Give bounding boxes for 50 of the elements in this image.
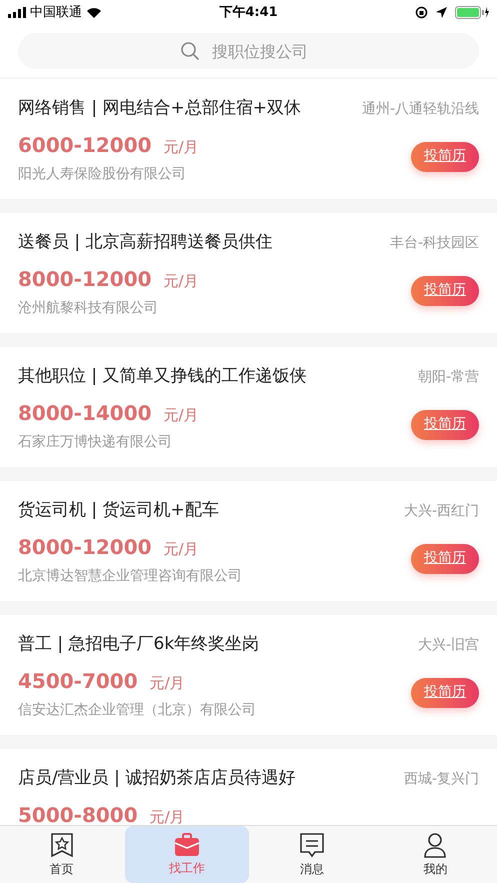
salary-unit: 元/月 — [164, 136, 199, 158]
tab-item[interactable]: 消息 — [250, 826, 374, 883]
salary-range: 4500-7000 — [18, 668, 138, 694]
company-name: 信安达汇杰企业管理（北京）有限公司 — [18, 700, 256, 720]
job-title: 送餐员 | 北京高薪招聘送餐员供住 — [18, 231, 273, 254]
job-title: 其他职位 | 又简单又挣钱的工作递饭侠 — [18, 365, 307, 388]
carrier-name: 中国联通 — [30, 4, 82, 22]
search-icon — [180, 41, 200, 61]
job-title: 货运司机 | 货运司机+配车 — [18, 499, 219, 522]
job-location: 大兴-旧宫 — [418, 636, 479, 655]
salary-unit: 元/月 — [164, 538, 199, 560]
job-card[interactable]: 货运司机 | 货运司机+配车 大兴-西红门 8000-12000 元/月 北京博达智慧企业管理咨询有限公司 投简历 — [0, 481, 497, 601]
job-location: 丰台-科技园区 — [390, 234, 479, 253]
job-location: 朝阳-常营 — [418, 368, 479, 387]
job-location: 通州-八通轻轨沿线 — [362, 100, 479, 119]
tab-item[interactable]: 我的 — [374, 826, 497, 883]
job-card[interactable]: 普工 | 急招电子厂6k年终奖坐岗 大兴-旧宫 4500-7000 元/月 信安达汇杰企业管理（北京）有限公司 投简历 — [0, 615, 497, 735]
search-field[interactable]: 搜职位搜公司 — [18, 33, 479, 69]
job-card[interactable]: 店员/营业员 | 诚招奶茶店店员待遇好 西城-复兴门 5000-8000 元/月 — [0, 749, 497, 825]
salary-range: 5000-8000 — [18, 802, 138, 825]
battery-icon — [455, 6, 489, 19]
salary-unit: 元/月 — [164, 404, 199, 426]
job-location: 西城-复兴门 — [404, 770, 479, 789]
message-icon — [299, 832, 326, 858]
job-card[interactable]: 送餐员 | 北京高薪招聘送餐员供住 丰台-科技园区 8000-12000 元/月 沧州航黎科技有限公司 投简历 — [0, 213, 497, 333]
salary-range: 8000-12000 — [18, 266, 152, 292]
company-name: 石家庄万博快递有限公司 — [18, 432, 173, 452]
person-icon — [423, 832, 448, 858]
company-name: 阳光人寿保险股份有限公司 — [18, 164, 187, 184]
star-bookmark-icon — [50, 832, 74, 858]
briefcase-icon — [174, 832, 200, 856]
salary-unit: 元/月 — [150, 806, 185, 825]
job-card[interactable]: 其他职位 | 又简单又挣钱的工作递饭侠 朝阳-常营 8000-14000 元/月 石家庄万博快递有限公司 投简历 — [0, 347, 497, 467]
salary-range: 8000-12000 — [18, 534, 152, 560]
company-name: 北京博达智慧企业管理咨询有限公司 — [18, 566, 242, 586]
tab-item[interactable]: 首页 — [0, 826, 124, 883]
salary-range: 8000-14000 — [18, 400, 152, 426]
job-card[interactable]: 网络销售 | 网电结合+总部住宿+双休 通州-八通轻轨沿线 6000-12000 元/月 阳光人寿保险股份有限公司 投简历 — [0, 79, 497, 199]
location-arrow-icon — [436, 7, 447, 18]
signal-icon — [8, 7, 26, 18]
salary-unit: 元/月 — [164, 270, 199, 292]
salary-unit: 元/月 — [150, 672, 185, 694]
job-title: 店员/营业员 | 诚招奶茶店店员待遇好 — [18, 767, 296, 790]
job-title: 普工 | 急招电子厂6k年终奖坐岗 — [18, 633, 260, 656]
company-name: 沧州航黎科技有限公司 — [18, 298, 159, 318]
job-title: 网络销售 | 网电结合+总部住宿+双休 — [18, 97, 302, 120]
wifi-icon — [86, 6, 102, 18]
job-location: 大兴-西红门 — [404, 502, 479, 521]
salary-range: 6000-12000 — [18, 132, 152, 158]
clock: 下午4:41 — [219, 4, 278, 22]
